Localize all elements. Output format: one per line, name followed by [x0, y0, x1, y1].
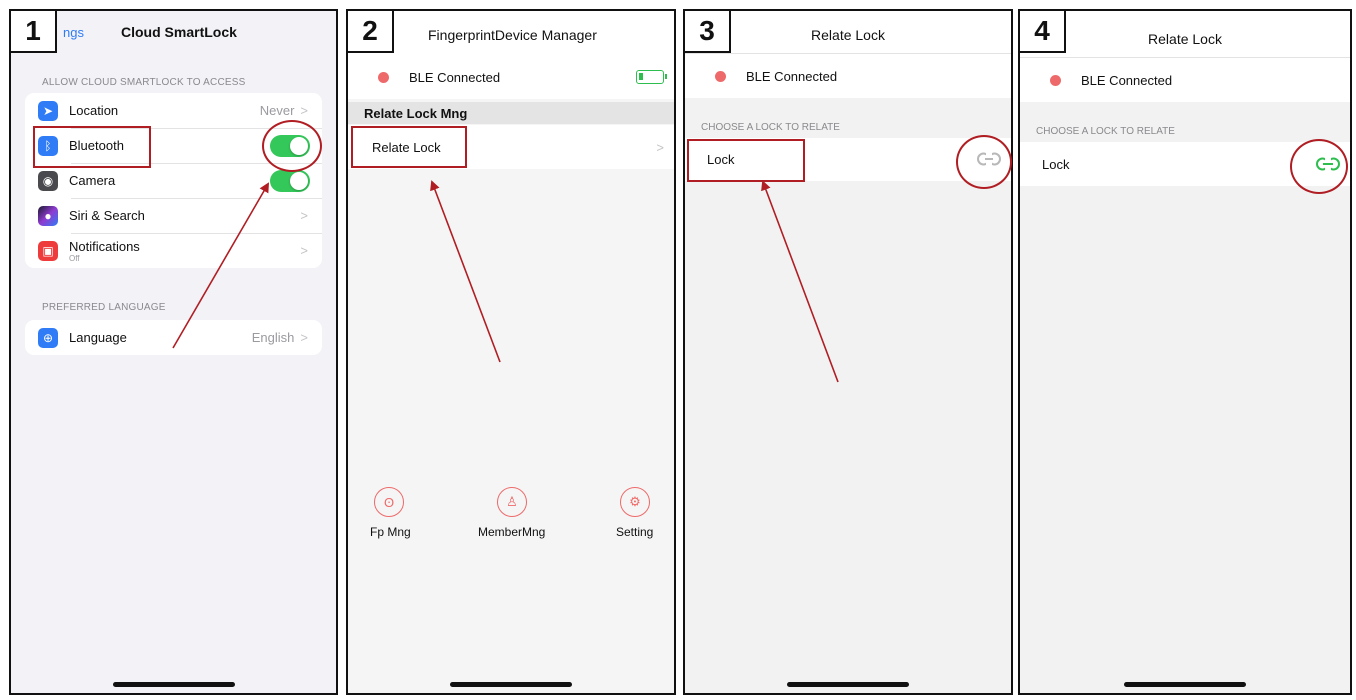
annotation-arrows: [172, 180, 839, 383]
step-number: 1: [11, 11, 57, 53]
arrow-to-relate-lock: [430, 180, 501, 363]
step-number: 4: [1020, 11, 1066, 53]
step-number: 3: [685, 11, 731, 53]
arrow-to-toggle: [172, 182, 270, 349]
arrow-to-lock: [761, 180, 839, 383]
step-number: 2: [348, 11, 394, 53]
